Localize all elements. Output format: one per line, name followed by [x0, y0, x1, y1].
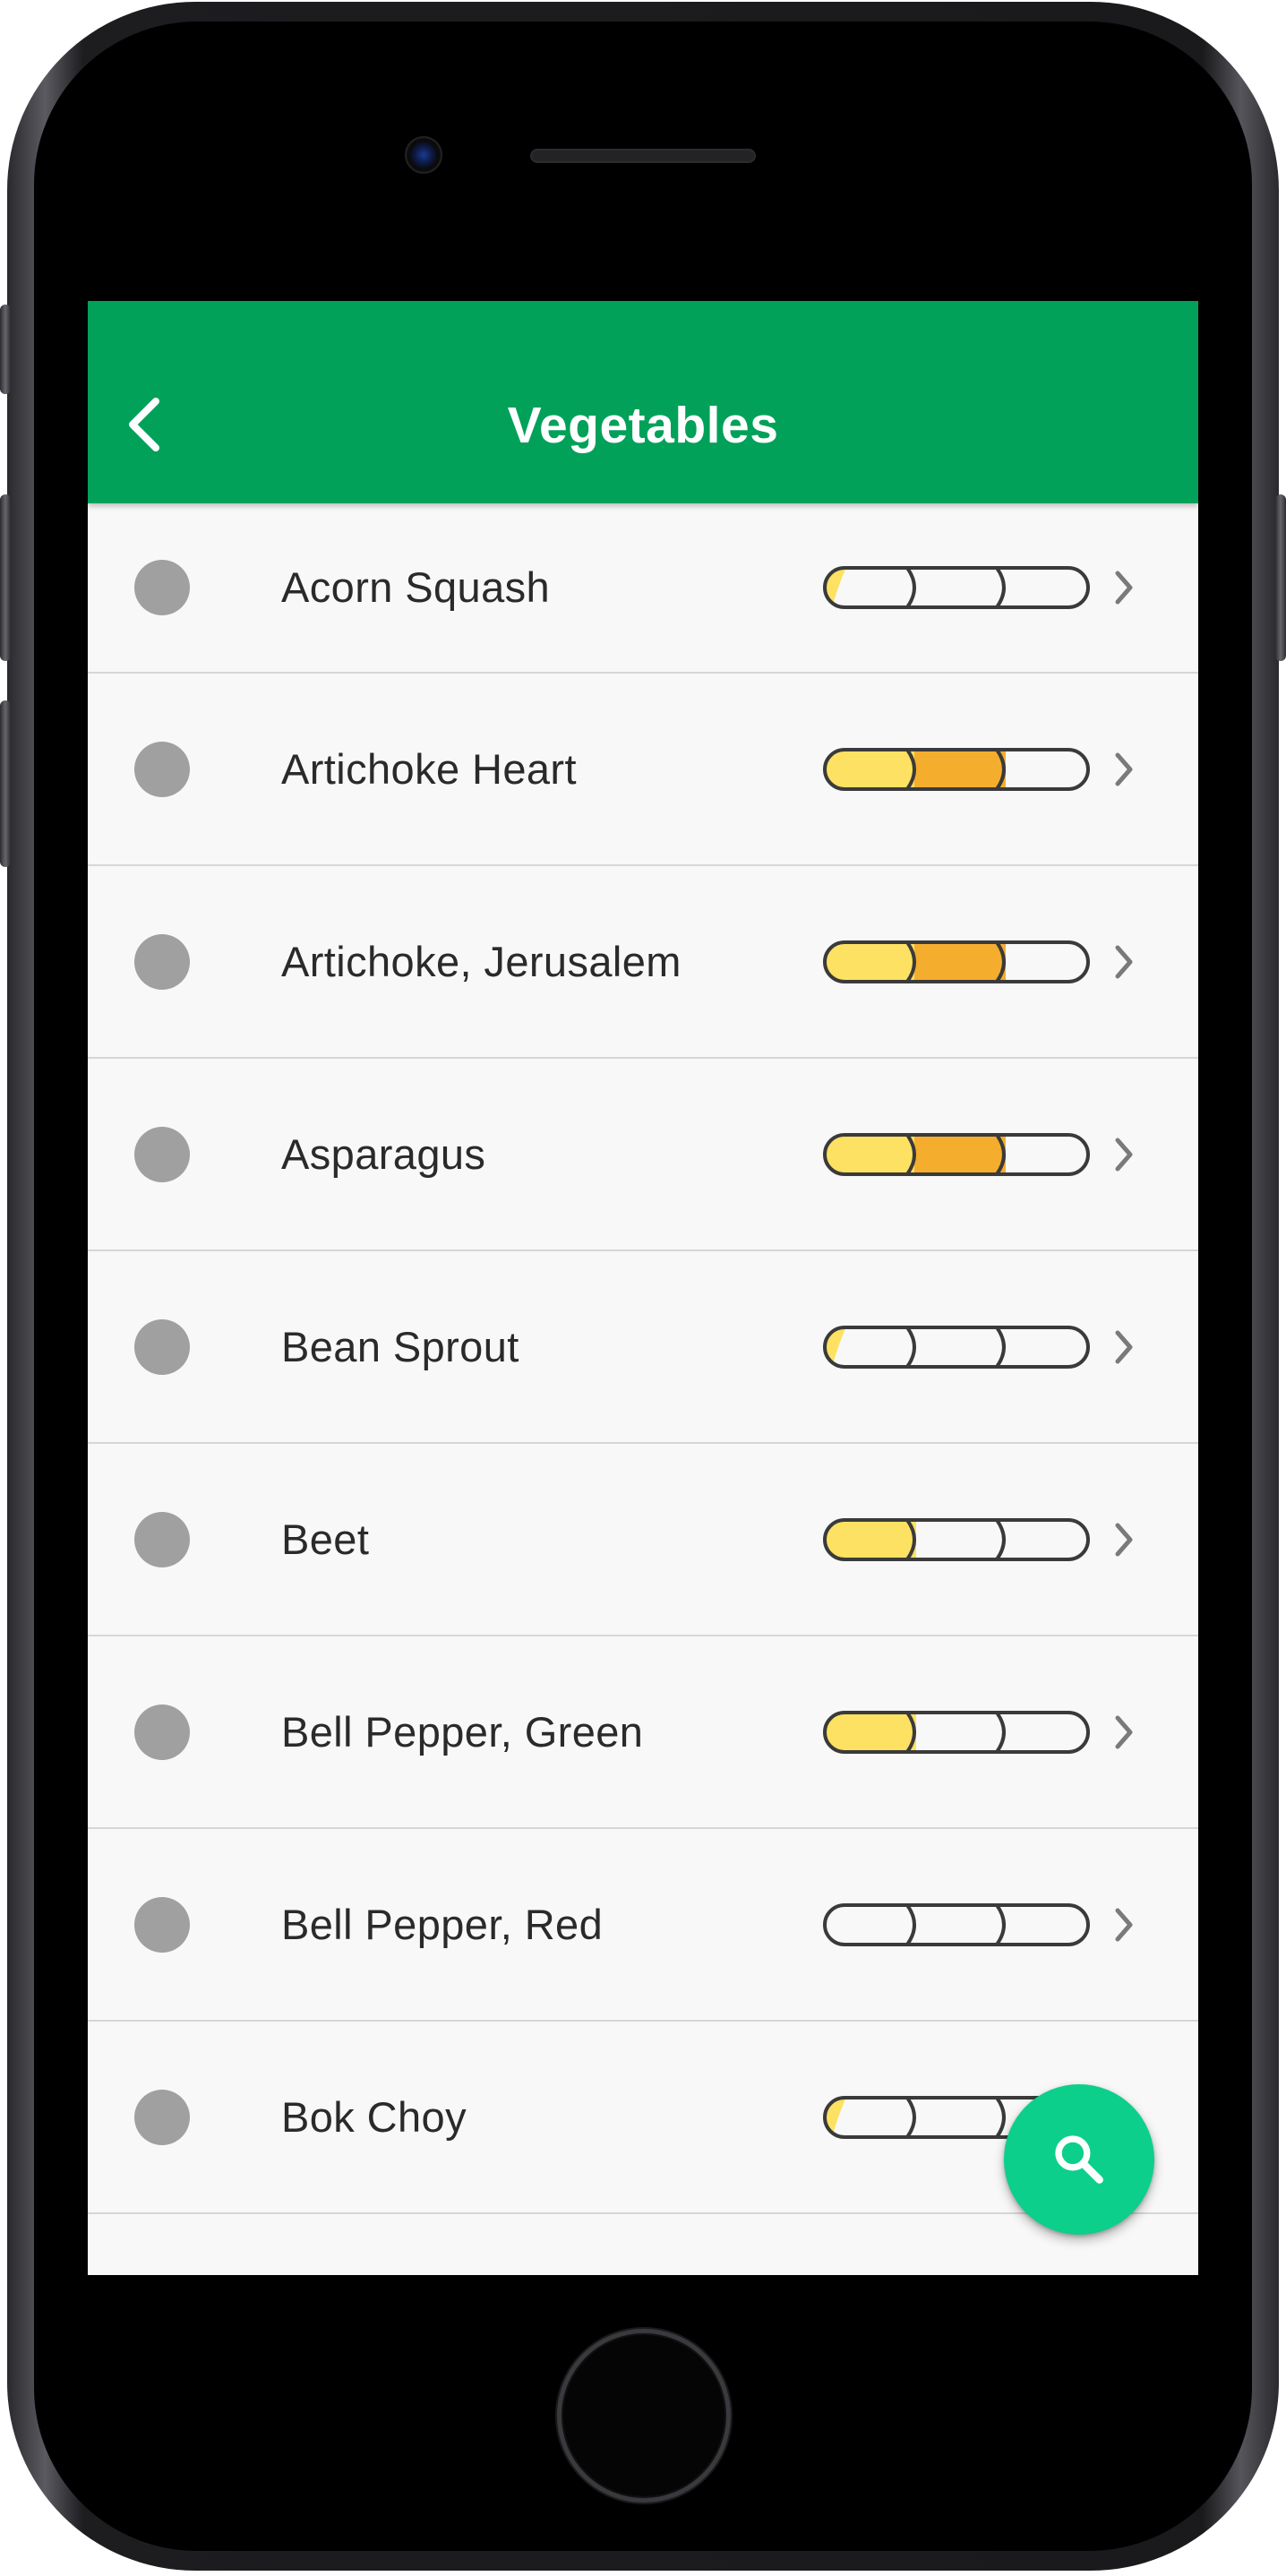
- rating-meter: [823, 566, 1090, 609]
- item-status-dot: [134, 1126, 190, 1182]
- home-button[interactable]: [557, 2329, 731, 2503]
- rating-meter: [823, 1517, 1090, 1561]
- search-icon: [1055, 2135, 1103, 2184]
- chevron-right-icon: [1115, 1138, 1133, 1171]
- rating-meter-wrap: [822, 565, 1091, 610]
- item-label: Artichoke, Jerusalem: [281, 937, 682, 985]
- power-button: [1275, 494, 1286, 661]
- item-status-dot: [134, 1896, 190, 1953]
- chevron-right-icon: [1115, 571, 1133, 605]
- search-fab-button[interactable]: [1004, 2084, 1154, 2235]
- chevron-right-icon: [1115, 1715, 1133, 1748]
- meter-fill-segment: [914, 749, 1006, 789]
- list-item[interactable]: Asparagus: [88, 1059, 1198, 1251]
- list-item[interactable]: Artichoke, Jerusalem: [88, 866, 1198, 1059]
- item-status-dot: [134, 741, 190, 797]
- rating-meter-wrap: [822, 747, 1091, 792]
- meter-fill-segment: [825, 941, 916, 982]
- list-item[interactable]: Bell Pepper, Green: [88, 1636, 1198, 1829]
- rating-meter: [823, 940, 1090, 983]
- rating-meter: [823, 747, 1090, 791]
- app-bar: Vegetables: [88, 301, 1198, 503]
- chevron-right-icon: [1115, 752, 1133, 786]
- rating-meter-wrap: [822, 1325, 1091, 1370]
- chevron-right-icon: [1115, 1523, 1133, 1556]
- meter-fill-segment: [825, 1134, 916, 1174]
- item-status-dot: [134, 1318, 190, 1375]
- rating-meter-wrap: [822, 1517, 1091, 1562]
- chevron-right-icon: [1115, 1330, 1133, 1363]
- list-item[interactable]: Bean Sprout: [88, 1251, 1198, 1444]
- rating-meter-wrap: [822, 1132, 1091, 1177]
- vegetable-list: Acorn Squash Artichoke Heart Artichoke, Je…: [88, 503, 1198, 2275]
- meter-fill-segment: [914, 941, 1006, 982]
- rating-meter-wrap: [822, 1902, 1091, 1947]
- item-label: Bok Choy: [281, 2092, 467, 2141]
- front-camera: [405, 136, 442, 174]
- item-label: Beet: [281, 1515, 370, 1563]
- item-label: Bean Sprout: [281, 1322, 519, 1370]
- item-label: Artichoke Heart: [281, 744, 577, 793]
- rating-meter: [823, 1710, 1090, 1754]
- list-item[interactable]: Bell Pepper, Red: [88, 1829, 1198, 2022]
- rating-meter-wrap: [822, 940, 1091, 984]
- meter-fill-segment: [914, 1134, 1006, 1174]
- item-label: Bell Pepper, Green: [281, 1707, 644, 1756]
- page-title: Vegetables: [507, 397, 779, 454]
- rating-meter: [823, 1132, 1090, 1176]
- chevron-right-icon: [1115, 945, 1133, 978]
- meter-fill-segment: [825, 1712, 916, 1752]
- volume-down-button: [0, 700, 11, 867]
- volume-up-button: [0, 494, 11, 661]
- chevron-right-icon: [1115, 1908, 1133, 1941]
- list-item[interactable]: Acorn Squash: [88, 503, 1198, 674]
- item-status-dot: [134, 1511, 190, 1567]
- list-item[interactable]: Beet: [88, 1444, 1198, 1636]
- earpiece-speaker: [530, 149, 756, 163]
- item-status-dot: [134, 560, 190, 615]
- meter-fill-segment: [825, 749, 916, 789]
- rating-meter-wrap: [822, 1710, 1091, 1755]
- meter-fill-segment: [825, 1519, 916, 1559]
- item-status-dot: [134, 2089, 190, 2145]
- list-item[interactable]: Artichoke Heart: [88, 674, 1198, 866]
- list-item[interactable]: [88, 2214, 1198, 2275]
- item-status-dot: [134, 933, 190, 990]
- item-status-dot: [134, 1704, 190, 1760]
- app-screen: Vegetables Acorn Squash Artichoke Heart Ar…: [88, 301, 1198, 2275]
- rating-meter: [823, 1902, 1090, 1946]
- item-label: Bell Pepper, Red: [281, 1900, 604, 1948]
- rating-meter: [823, 1325, 1090, 1369]
- item-label: Acorn Squash: [281, 563, 551, 611]
- mute-switch: [0, 305, 11, 394]
- item-label: Asparagus: [281, 1129, 486, 1178]
